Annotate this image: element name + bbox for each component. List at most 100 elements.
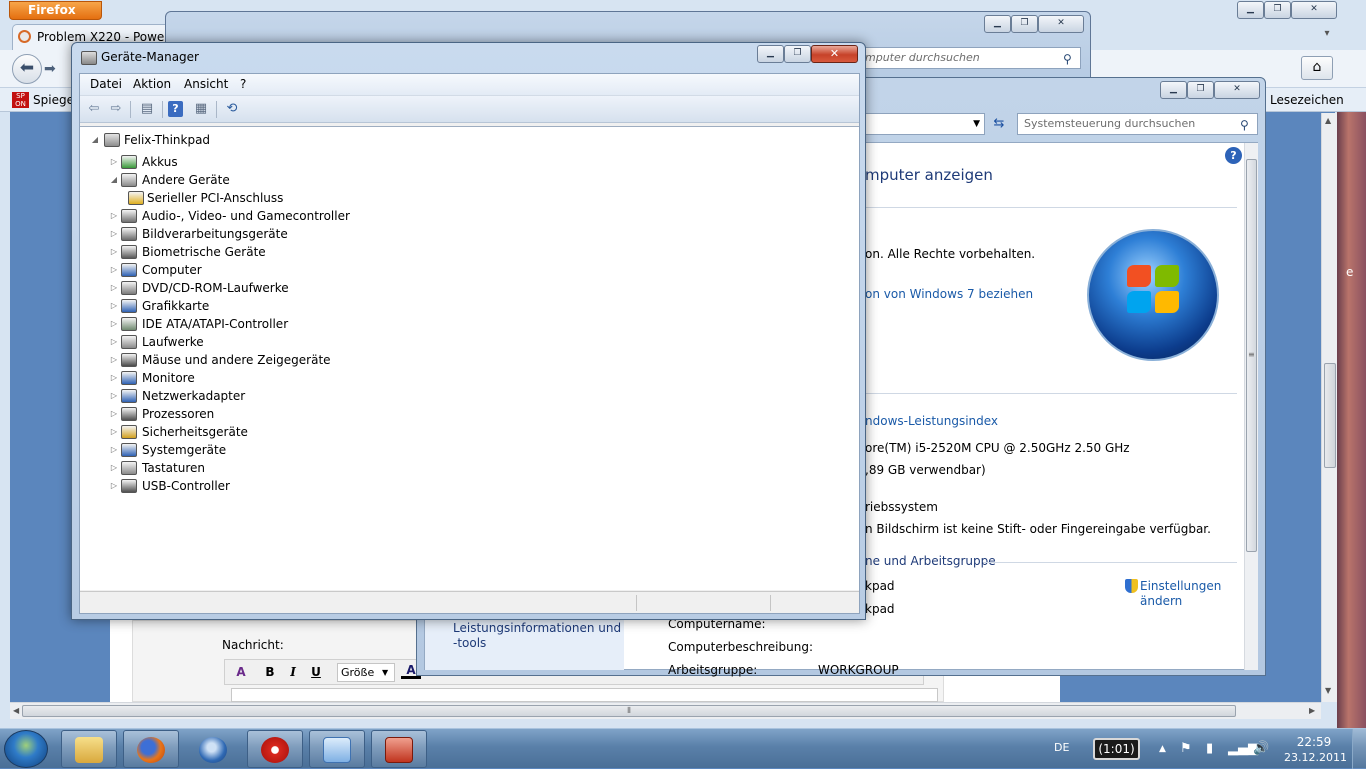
firefox-menu-button[interactable]: Firefox [9,1,102,20]
tree-item-label: Biometrische Geräte [142,245,266,259]
message-textarea[interactable] [231,688,938,702]
font-style-icon[interactable]: A [231,663,251,681]
back-button[interactable]: ⬅ [12,54,42,84]
control-panel-search-input[interactable]: Systemsteuerung durchsuchen ⚲ [1017,113,1258,135]
expander-icon[interactable]: ▷ [109,261,119,279]
search-icon[interactable]: ⚲ [1063,49,1072,68]
help-icon[interactable]: ? [168,101,183,117]
expander-icon[interactable]: ▷ [109,405,119,423]
expander-icon[interactable]: ▷ [109,387,119,405]
minimize-button[interactable]: ▁ [984,15,1011,33]
processor-value: ore(TM) i5-2520M CPU @ 2.50GHz 2.50 GHz [865,441,1130,455]
bookmarks-menu-button[interactable]: Lesezeichen [1270,93,1344,107]
performance-index-link[interactable]: ndows-Leistungsindex [865,414,998,428]
tree-item-label: Bildverarbeitungsgeräte [142,227,288,241]
forward-arrow-icon[interactable]: ⇨ [106,100,126,118]
underline-button[interactable]: U [306,663,326,681]
menu-help[interactable]: ? [240,77,246,91]
language-indicator[interactable]: DE [1054,741,1069,754]
expander-icon[interactable]: ▷ [109,477,119,495]
expander-icon[interactable]: ▷ [109,243,119,261]
menu-aktion[interactable]: Aktion [133,77,171,91]
font-size-select[interactable]: Größe ▼ [337,663,395,682]
properties-icon[interactable]: ▦ [191,100,211,118]
scroll-down-icon[interactable]: ▼ [1325,686,1331,695]
show-hidden-icons-icon[interactable]: ▲ [1159,744,1166,754]
toolbar: ⇦ ⇨ ▤ ? ▦ ⟲ [80,96,859,123]
taskbar-device-manager[interactable] [371,730,427,768]
search-icon[interactable]: ⚲ [1240,115,1249,135]
scroll-thumb[interactable] [1324,363,1336,468]
expander-icon[interactable]: ◢ [90,131,100,149]
show-desktop-button[interactable] [1352,729,1366,769]
scan-hardware-icon[interactable]: ⟲ [222,100,242,118]
vertical-scrollbar[interactable]: ▲ ▼ [1321,113,1337,702]
expander-icon[interactable]: ▷ [109,207,119,225]
windows7-features-link[interactable]: on von Windows 7 beziehen [865,287,1033,301]
scroll-right-icon[interactable]: ▶ [1309,706,1315,715]
expander-icon[interactable]: ▷ [109,441,119,459]
horizontal-scrollbar[interactable]: ◀ ⦀ ▶ [10,702,1321,719]
maximize-button[interactable]: ❐ [1011,15,1038,33]
forward-button[interactable]: ➡ [44,58,66,80]
scroll-left-icon[interactable]: ◀ [13,706,19,715]
tab-list-chevron-icon[interactable]: ▾ [1318,28,1336,44]
unknown-device-icon [121,173,137,187]
maximize-button[interactable]: ❐ [1187,81,1214,99]
expander-icon[interactable]: ▷ [109,315,119,333]
start-button-icon[interactable] [4,730,48,768]
home-button[interactable]: ⌂ [1301,56,1333,80]
monitor-icon [121,371,137,385]
refresh-icon[interactable]: ⇆ [989,114,1009,134]
maximize-button[interactable]: ❐ [784,45,811,63]
scroll-thumb[interactable]: ≡ [1246,159,1257,552]
show-hide-console-tree-icon[interactable]: ▤ [137,100,157,118]
expander-icon[interactable]: ▷ [109,153,119,171]
firefox-minimize-button[interactable]: ▁ [1237,1,1264,19]
volume-icon[interactable]: 🔊 [1253,741,1269,756]
expander-icon[interactable]: ▷ [109,459,119,477]
minimize-button[interactable]: ▁ [757,45,784,63]
address-bar-dropdown[interactable]: ▼ [857,113,985,135]
firefox-close-button[interactable]: ✕ [1291,1,1337,19]
tree-item-label: IDE ATA/ATAPI-Controller [142,317,289,331]
menu-datei[interactable]: Datei [90,77,122,91]
vertical-scrollbar[interactable]: ≡ [1244,143,1258,670]
expander-icon[interactable]: ▷ [109,279,119,297]
expander-icon[interactable]: ▷ [109,351,119,369]
menu-ansicht[interactable]: Ansicht [184,77,228,91]
help-icon[interactable]: ? [1225,147,1242,164]
expander-icon[interactable]: ▷ [109,333,119,351]
taskbar-explorer[interactable] [61,730,117,768]
clock-time[interactable]: 22:59 [1288,735,1340,749]
scroll-thumb[interactable]: ⦀ [22,705,1236,717]
back-arrow-icon[interactable]: ⇦ [84,100,104,118]
search-input[interactable]: mputer durchsuchen ⚲ [858,47,1081,69]
clock-date[interactable]: 23.12.2011 [1284,751,1347,764]
expander-icon[interactable]: ◢ [109,171,119,189]
expander-icon[interactable]: ▷ [109,423,119,441]
taskbar-firefox[interactable] [123,730,179,768]
battery-icon[interactable]: ▮ [1206,741,1213,756]
minimize-button[interactable]: ▁ [1160,81,1187,99]
logo-green-pane [1155,265,1179,287]
expander-icon[interactable]: ▷ [109,369,119,387]
taskbar-thunderbird[interactable] [185,730,241,768]
bold-button[interactable]: B [260,663,280,681]
scroll-up-icon[interactable]: ▲ [1325,116,1331,125]
close-button[interactable]: ✕ [1038,15,1084,33]
performance-info-link[interactable]: Leistungsinformationen und -tools [453,621,623,651]
speaker-icon [121,209,137,223]
italic-button[interactable]: I [283,663,303,681]
firefox-maximize-button[interactable]: ❐ [1264,1,1291,19]
close-button[interactable]: ✕ [1214,81,1260,99]
battery-time-indicator[interactable]: (1:01) [1093,738,1140,760]
close-button[interactable]: ✕ [811,45,858,63]
expander-icon[interactable]: ▷ [109,297,119,315]
device-tree[interactable]: ◢ Felix-Thinkpad ▷ Akkus ◢ Andere Geräte Ser… [80,126,859,590]
taskbar-acrobat[interactable] [247,730,303,768]
action-center-flag-icon[interactable]: ⚑ [1180,741,1192,756]
expander-icon[interactable]: ▷ [109,225,119,243]
message-label: Nachricht: [222,638,284,652]
taskbar-control-panel[interactable] [309,730,365,768]
